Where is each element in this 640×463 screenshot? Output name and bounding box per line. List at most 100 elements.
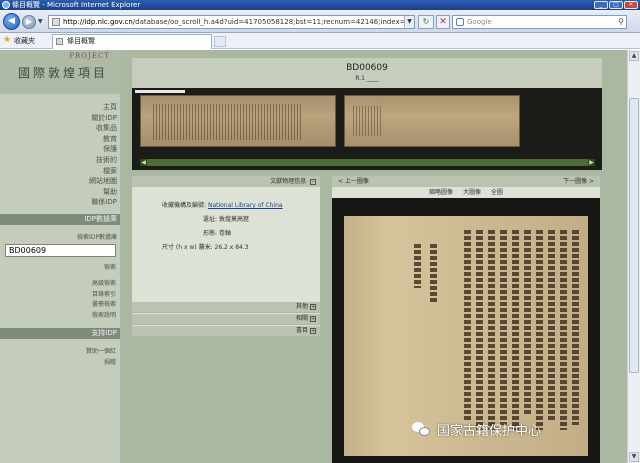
section-bibliography-label: 書目 bbox=[295, 327, 308, 334]
scroll-up-arrow-icon[interactable]: ▲ bbox=[629, 51, 639, 61]
section-other[interactable]: 其他 + bbox=[132, 301, 320, 312]
size-value: 26.2 x 84.3 bbox=[214, 244, 249, 251]
previous-image-link[interactable]: < 上一圖像 bbox=[338, 176, 369, 187]
search-options-nav: 高級檢索 目錄索引 畫冊檢索 檢索說明 bbox=[92, 279, 116, 321]
sidebar-item-education[interactable]: 教育 bbox=[89, 134, 117, 145]
collapsed-sections: 其他 + 相關 + 書目 + bbox=[132, 301, 320, 347]
search-icon[interactable]: ⚲ bbox=[618, 17, 624, 27]
address-bar[interactable]: http://idp.nlc.gov.cn/database/oo_scroll… bbox=[48, 15, 415, 29]
ie-icon bbox=[2, 1, 10, 9]
wechat-icon bbox=[412, 422, 432, 437]
support-nav: 贊助一個紅 捐贈 bbox=[86, 346, 116, 368]
institution-label: 收藏機構及編號: bbox=[162, 202, 207, 209]
url-path: /database/oo_scroll_h.a4d?uid=4170505812… bbox=[132, 18, 415, 26]
minimize-button[interactable]: _ bbox=[594, 1, 608, 9]
scroll-overview-viewer: BD00609 R.1 ____ ◀ ▶ bbox=[132, 58, 602, 170]
record-subtitle: R.1 ____ bbox=[355, 75, 379, 82]
search-placeholder: Google bbox=[467, 18, 492, 26]
viewport-marker[interactable] bbox=[135, 90, 185, 93]
physical-info-header[interactable]: 文獻物理信息 – bbox=[132, 176, 320, 187]
collapse-icon[interactable]: – bbox=[310, 178, 316, 185]
page-content: PROJECT 國際敦煌項目 主頁 關於IDP 收集品 教育 保護 技術的 檔案… bbox=[0, 50, 627, 463]
site-logo[interactable]: PROJECT 國際敦煌項目 bbox=[0, 50, 120, 94]
expand-icon[interactable]: + bbox=[310, 315, 316, 322]
history-dropdown-icon[interactable]: ▼ bbox=[38, 18, 43, 25]
sidebar-item-collections[interactable]: 收集品 bbox=[89, 123, 117, 134]
forward-button[interactable]: ▶ bbox=[22, 15, 36, 29]
url-host: http://idp.nlc.gov.cn bbox=[63, 18, 133, 26]
window-controls: _ □ × bbox=[594, 1, 638, 9]
stop-button[interactable]: ✕ bbox=[436, 15, 450, 29]
advanced-search-link[interactable]: 高級檢索 bbox=[92, 279, 116, 290]
record-id: BD00609 bbox=[346, 63, 388, 73]
database-search-input[interactable]: BD00609 bbox=[5, 244, 116, 257]
favorites-star-icon[interactable]: ★ bbox=[3, 35, 11, 45]
scroll-left-arrow-icon[interactable]: ◀ bbox=[140, 159, 147, 166]
info-site-row: 遺址: 敦煌莫高窟 bbox=[203, 214, 249, 223]
sidebar-item-archives[interactable]: 檔案 bbox=[89, 166, 117, 177]
thumbnail-link[interactable]: 縮略圖像 bbox=[429, 189, 453, 196]
idp-database-header: IDP數據庫 bbox=[0, 214, 120, 225]
window-title: 條目概覽 - Microsoft Internet Explorer bbox=[12, 1, 141, 9]
image-navigation-bar: < 上一圖像 下一圖像 > bbox=[332, 176, 600, 187]
large-image-link[interactable]: 大圖像 bbox=[463, 189, 481, 196]
sidebar-item-about[interactable]: 關於IDP bbox=[89, 113, 117, 124]
section-bibliography[interactable]: 書目 + bbox=[132, 325, 320, 336]
sidebar: PROJECT 國際敦煌項目 主頁 關於IDP 收集品 教育 保護 技術的 檔案… bbox=[0, 50, 120, 463]
full-image-link[interactable]: 全圖 bbox=[491, 189, 503, 196]
tab-title: 條目概覽 bbox=[67, 37, 95, 45]
search-help-link[interactable]: 檢索說明 bbox=[92, 311, 116, 322]
sidebar-item-technical[interactable]: 技術的 bbox=[89, 155, 117, 166]
logo-project-text: PROJECT bbox=[69, 52, 110, 60]
donate-link[interactable]: 捐贈 bbox=[86, 357, 116, 368]
refresh-button[interactable]: ↻ bbox=[418, 15, 434, 29]
sidebar-item-home[interactable]: 主頁 bbox=[89, 102, 117, 113]
section-related[interactable]: 相關 + bbox=[132, 313, 320, 324]
scroll-down-arrow-icon[interactable]: ▼ bbox=[629, 452, 639, 462]
sidebar-item-sitemap[interactable]: 網站地圖 bbox=[89, 176, 117, 187]
size-label: 尺寸 (h x w) 釐米: bbox=[162, 244, 213, 251]
album-search-link[interactable]: 畫冊檢索 bbox=[92, 300, 116, 311]
institution-link[interactable]: National Library of China bbox=[208, 202, 283, 209]
section-related-label: 相關 bbox=[295, 315, 308, 322]
image-size-tools: 縮略圖像 大圖像 全圖 bbox=[332, 187, 600, 198]
catalogue-index-link[interactable]: 目錄索引 bbox=[92, 290, 116, 301]
sponsor-link[interactable]: 贊助一個紅 bbox=[86, 346, 116, 357]
info-size-row: 尺寸 (h x w) 釐米: 26.2 x 84.3 bbox=[162, 242, 249, 251]
search-submit-link[interactable]: 檢索 bbox=[104, 262, 116, 271]
scroll-right-arrow-icon[interactable]: ▶ bbox=[588, 159, 595, 166]
tab-page-icon bbox=[56, 38, 63, 45]
site-value: 敦煌莫高窟 bbox=[218, 216, 249, 223]
viewer-header: BD00609 R.1 ____ bbox=[132, 58, 602, 88]
expand-icon[interactable]: + bbox=[310, 327, 316, 334]
viewer-scrollbar[interactable]: ◀ ▶ bbox=[140, 159, 595, 166]
close-button[interactable]: × bbox=[624, 1, 638, 9]
watermark: 国家古籍保护中心 bbox=[412, 420, 541, 439]
new-tab-button[interactable] bbox=[214, 36, 226, 47]
scrollbar-thumb[interactable] bbox=[629, 98, 639, 373]
support-idp-header: 支持IDP bbox=[0, 328, 120, 339]
expand-icon[interactable]: + bbox=[310, 303, 316, 310]
sidebar-item-conservation[interactable]: 保護 bbox=[89, 144, 117, 155]
search-input[interactable]: Google ⚲ bbox=[452, 15, 627, 29]
back-button[interactable]: ◀ bbox=[3, 13, 20, 30]
search-db-label: 檢索IDP數據庫 bbox=[76, 234, 117, 241]
address-dropdown-icon[interactable]: ▼ bbox=[404, 16, 414, 28]
navigation-bar: ◀ ▶ ▼ http://idp.nlc.gov.cn/database/oo_… bbox=[0, 10, 640, 33]
sidebar-item-contact[interactable]: 聯係IDP bbox=[89, 197, 117, 208]
physical-info-title: 文獻物理信息 bbox=[270, 178, 307, 185]
info-form-row: 形態: 卷軸 bbox=[203, 228, 231, 237]
sidebar-item-help[interactable]: 幫助 bbox=[89, 187, 117, 198]
page-scrollbar[interactable]: ▲ ▼ bbox=[627, 50, 640, 463]
scroll-image-segment-1[interactable] bbox=[140, 95, 336, 147]
maximize-button[interactable]: □ bbox=[609, 1, 623, 9]
tab-current[interactable]: 條目概覽 bbox=[52, 34, 212, 49]
logo-title: 國際敦煌項目 bbox=[18, 66, 109, 80]
form-label: 形態: bbox=[203, 230, 218, 237]
scroll-image-segment-2[interactable] bbox=[344, 95, 520, 147]
next-image-link[interactable]: 下一圖像 > bbox=[563, 176, 594, 187]
window-title-bar: 條目概覽 - Microsoft Internet Explorer _ □ × bbox=[0, 0, 640, 10]
sidebar-nav: 主頁 關於IDP 收集品 教育 保護 技術的 檔案 網站地圖 幫助 聯係IDP bbox=[89, 102, 117, 208]
favorites-button[interactable]: 收藏夾 bbox=[14, 36, 35, 46]
favorites-bar: ★ 收藏夾 條目概覽 bbox=[0, 33, 640, 49]
